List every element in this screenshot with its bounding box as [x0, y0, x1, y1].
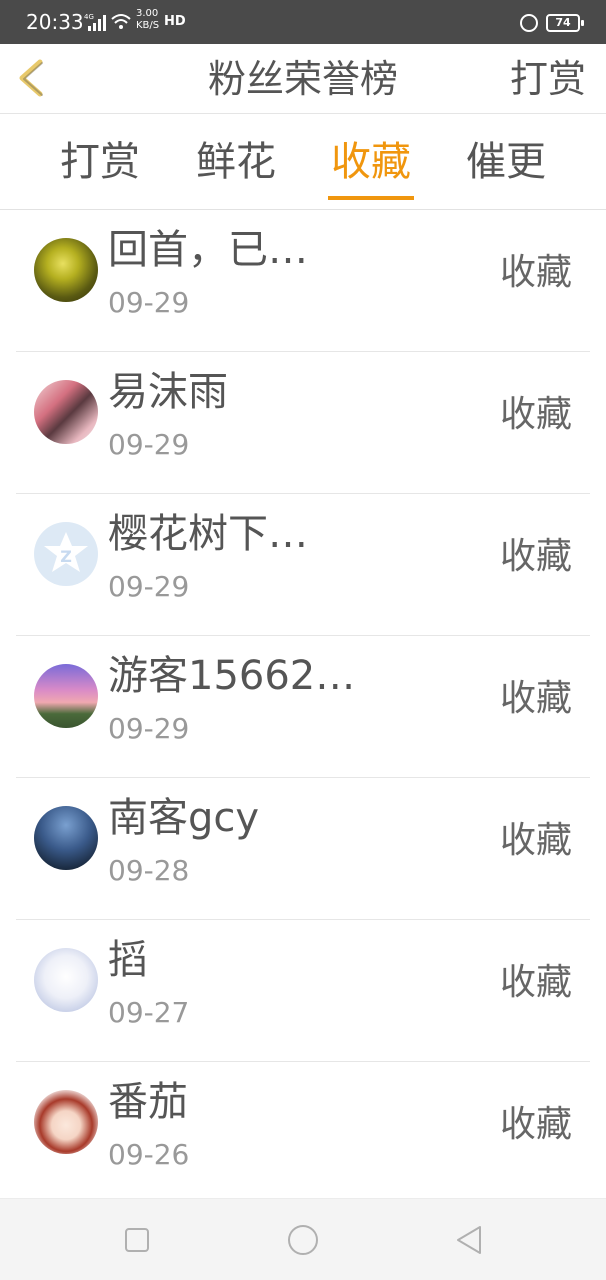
signal-icon: 4G [84, 13, 106, 31]
app-header: 粉丝荣誉榜 打赏 [0, 44, 606, 114]
user-name: 搯 [108, 937, 148, 983]
tab-urge-update[interactable]: 催更 [464, 134, 548, 200]
favorite-label: 收藏 [499, 1104, 572, 1145]
avatar[interactable] [34, 948, 98, 1012]
favorite-label: 收藏 [499, 962, 572, 1003]
user-date: 09-26 [108, 1138, 190, 1171]
favorite-label: 收藏 [499, 394, 572, 435]
status-bar: 20:33 4G 3.00 KB/S HD 74 [0, 0, 606, 44]
user-date: 09-27 [108, 996, 190, 1029]
alarm-icon [520, 14, 538, 32]
user-date: 09-29 [108, 428, 190, 461]
tip-button[interactable]: 打赏 [510, 54, 586, 104]
default-avatar-icon: Z [44, 532, 88, 572]
hd-call-icon: HD [164, 14, 186, 29]
tab-bar: 打赏 鲜花 收藏 催更 [0, 114, 606, 210]
list-item[interactable]: 易沫雨 09-29 收藏 [0, 352, 606, 494]
user-name: 游客15662… [108, 653, 356, 699]
avatar[interactable] [34, 380, 98, 444]
user-name: 南客gcy [108, 795, 260, 841]
avatar[interactable] [34, 1090, 98, 1154]
tab-favorites[interactable]: 收藏 [328, 134, 414, 200]
user-name: 回首，已… [108, 227, 308, 273]
list-item[interactable]: 南客gcy 09-28 收藏 [0, 778, 606, 920]
home-icon[interactable] [286, 1223, 320, 1257]
favorite-label: 收藏 [499, 820, 572, 861]
status-time: 20:33 [26, 10, 84, 34]
network-speed: 3.00 KB/S [136, 8, 160, 31]
avatar[interactable]: Z [34, 522, 98, 586]
battery-icon: 74 [546, 14, 584, 32]
user-name: 樱花树下… [108, 511, 308, 557]
wifi-icon [111, 14, 131, 29]
avatar[interactable] [34, 664, 98, 728]
user-date: 09-28 [108, 854, 190, 887]
favorite-label: 收藏 [499, 252, 572, 293]
avatar[interactable] [34, 238, 98, 302]
svg-text:4G: 4G [84, 13, 94, 21]
system-nav-bar [0, 1198, 606, 1280]
tab-flowers[interactable]: 鲜花 [194, 134, 278, 200]
list-item[interactable]: 游客15662… 09-29 收藏 [0, 636, 606, 778]
favorite-label: 收藏 [499, 536, 572, 577]
user-date: 09-29 [108, 570, 190, 603]
back-icon[interactable] [452, 1223, 486, 1257]
user-name: 易沫雨 [108, 369, 228, 415]
tab-tip[interactable]: 打赏 [58, 134, 142, 200]
recent-apps-icon[interactable] [120, 1223, 154, 1257]
favorite-label: 收藏 [499, 678, 572, 719]
list-item[interactable]: 回首，已… 09-29 收藏 [0, 210, 606, 352]
avatar[interactable] [34, 806, 98, 870]
list-item[interactable]: 番茄 09-26 收藏 [0, 1062, 606, 1204]
svg-text:Z: Z [60, 547, 72, 566]
user-date: 09-29 [108, 286, 190, 319]
fan-list: 回首，已… 09-29 收藏 易沫雨 09-29 收藏 Z 樱花树下… 09-2… [0, 210, 606, 1204]
user-date: 09-29 [108, 712, 190, 745]
list-item[interactable]: Z 樱花树下… 09-29 收藏 [0, 494, 606, 636]
list-item[interactable]: 搯 09-27 收藏 [0, 920, 606, 1062]
user-name: 番茄 [108, 1079, 188, 1125]
